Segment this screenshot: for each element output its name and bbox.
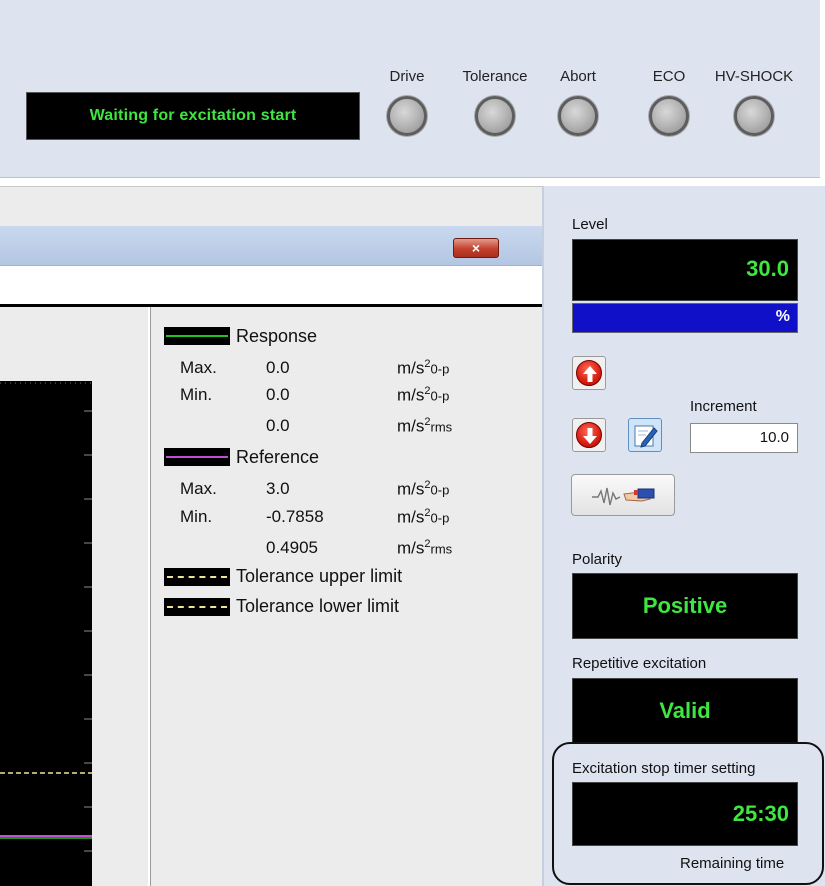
waveform-hand-icon [592,487,655,506]
reference-min-label: Min. [180,507,213,526]
indicator-label: Abort [560,68,596,85]
indicator-hv-shock: HV-SHOCK [714,66,794,136]
unit-suffix: rms [430,541,453,557]
indicator-label: Tolerance [462,68,528,85]
level-up-button[interactable] [572,356,606,390]
indicator-label: ECO [652,68,686,85]
unit-base: m/s [397,538,425,558]
response-min-unit: m/s20-p [397,385,449,406]
reference-max-value: 3.0 [266,479,290,498]
polarity-label: Polarity [572,551,623,568]
reference-min-unit: m/s20-p [397,507,449,528]
control-panel-edge [542,186,544,886]
tolerance-lower-label: Tolerance lower limit [236,596,400,616]
response-rms-value: 0.0 [266,416,290,435]
response-min-value: 0.0 [266,385,290,404]
abort-lamp-icon [558,96,598,136]
increment-label: Increment [690,398,757,415]
response-max-label: Max. [180,358,217,377]
polarity-value-display: Positive [572,573,798,639]
unit-suffix: 0-p [430,482,450,498]
indicator-tolerance: Tolerance [455,66,535,136]
unit-base: m/s [397,479,425,499]
waveform-plot-area[interactable] [0,307,148,886]
response-max-unit: m/s20-p [397,358,449,379]
level-unit-label: % [775,308,790,325]
level-value-display: 30.0 [572,239,798,301]
unit-suffix: 0-p [430,388,450,404]
response-legend-label: Response [236,326,318,346]
indicator-eco: ECO [629,66,709,136]
manual-excitation-button[interactable] [571,474,675,516]
waveform-plot-svg [0,381,92,886]
reference-max-label: Max. [180,479,217,498]
unit-base: m/s [397,358,425,378]
indicator-drive: Drive [367,66,447,136]
unit-suffix: 0-p [430,510,450,526]
reference-rms-unit: m/s2rms [397,538,452,559]
increment-input[interactable]: 10.0 [690,423,798,453]
level-label: Level [572,216,608,233]
tolerance-upper-swatch-icon [164,568,230,586]
level-down-button[interactable] [572,418,606,452]
indicator-abort: Abort [538,66,618,136]
timer-setting-label: Excitation stop timer setting [572,760,756,777]
level-progress-bar: % [572,303,798,333]
arrow-down-glyph [583,428,597,444]
eco-lamp-icon [649,96,689,136]
tolerance-upper-label: Tolerance upper limit [236,566,403,586]
timer-value-display: 25:30 [572,782,798,846]
drive-lamp-icon [387,96,427,136]
indicator-label: Drive [389,68,425,85]
repetitive-excitation-display: Valid [572,678,798,744]
close-window-button[interactable]: × [453,238,499,258]
workspace-divider [0,186,542,187]
unit-suffix: 0-p [430,361,450,377]
unit-suffix: rms [430,419,453,435]
reference-rms-value: 0.4905 [266,538,318,557]
pencil-icon [634,425,658,448]
unit-base: m/s [397,416,425,436]
edit-increment-button[interactable] [628,418,662,452]
reference-max-unit: m/s20-p [397,479,449,500]
reference-swatch-icon [164,448,230,466]
reference-min-value: -0.7858 [266,507,324,526]
unit-base: m/s [397,385,425,405]
tolerance-lamp-icon [475,96,515,136]
indicator-label: HV-SHOCK [714,68,794,85]
response-swatch-icon [164,327,230,345]
response-min-label: Min. [180,385,213,404]
remaining-time-label: Remaining time [680,855,785,872]
repetitive-excitation-label: Repetitive excitation [572,655,707,672]
excitation-status-display: Waiting for excitation start [26,92,360,140]
response-rms-unit: m/s2rms [397,416,452,437]
unit-base: m/s [397,507,425,527]
arrow-up-glyph [583,366,597,382]
reference-legend-label: Reference [236,447,320,467]
level-progress-fill [573,304,797,332]
response-max-value: 0.0 [266,358,290,377]
hv-shock-lamp-icon [734,96,774,136]
plot-canvas [0,381,92,886]
tolerance-lower-swatch-icon [164,598,230,616]
